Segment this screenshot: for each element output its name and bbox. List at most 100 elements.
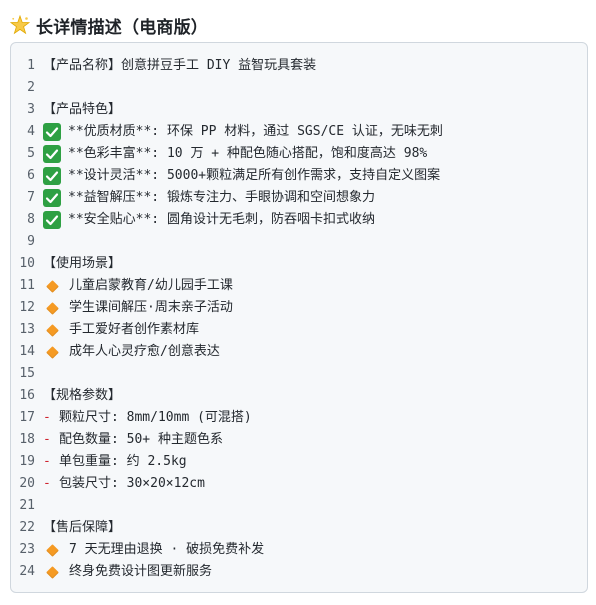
code-line: 14 成年人心灵疗愈/创意表达 — [11, 341, 587, 363]
line-text: 手工爱好者创作素材库 — [69, 322, 200, 337]
line-content: **设计灵活**: 5000+颗粒满足所有创作需求，支持自定义图案 — [43, 165, 587, 187]
line-number: 2 — [27, 80, 35, 95]
line-content: - 配色数量: 50+ 种主题色系 — [43, 429, 587, 451]
line-text: 单包重量: 约 2.5kg — [59, 454, 187, 469]
line-text: 成年人心灵疗愈/创意表达 — [69, 344, 220, 359]
line-number: 12 — [19, 300, 35, 315]
line-number: 7 — [27, 190, 35, 205]
line-content: 【售后保障】 — [43, 517, 587, 539]
line-content: - 颗粒尺寸: 8mm/10mm (可混搭) — [43, 407, 587, 429]
line-content: 7 天无理由退换 · 破损免费补发 — [43, 539, 587, 561]
code-line: 7 **益智解压**: 锻炼专注力、手眼协调和空间想象力 — [11, 187, 587, 209]
line-text: 配色数量: 50+ 种主题色系 — [59, 432, 223, 447]
line-text: 【使用场景】 — [43, 256, 122, 271]
line-number: 11 — [19, 278, 35, 293]
line-text: 【规格参数】 — [43, 388, 122, 403]
line-number: 8 — [27, 212, 35, 227]
page-header: 长详情描述（电商版） — [9, 12, 208, 38]
line-text: 包装尺寸: 30×20×12cm — [59, 476, 205, 491]
code-line: 10 【使用场景】 — [11, 253, 587, 275]
code-line: 16 【规格参数】 — [11, 385, 587, 407]
code-block[interactable]: 1 【产品名称】创意拼豆手工 DIY 益智玩具套装 2 3 【产品特色】 4 **优质材质*… — [10, 42, 588, 593]
line-content: 【规格参数】 — [43, 385, 587, 407]
list-dash-marker: - — [43, 454, 51, 469]
line-number: 5 — [27, 146, 35, 161]
line-content: 手工爱好者创作素材库 — [43, 319, 587, 341]
line-number: 1 — [27, 58, 35, 73]
line-number: 16 — [19, 388, 35, 403]
code-line: 22 【售后保障】 — [11, 517, 587, 539]
line-content: 成年人心灵疗愈/创意表达 — [43, 341, 587, 363]
line-number: 21 — [19, 498, 35, 513]
line-text: 学生课间解压·周末亲子活动 — [69, 300, 233, 315]
line-number: 23 — [19, 542, 35, 557]
line-content: - 包装尺寸: 30×20×12cm — [43, 473, 587, 495]
line-content — [43, 77, 587, 99]
line-number: 19 — [19, 454, 35, 469]
orange-diamond-icon — [43, 341, 61, 363]
list-dash-marker: - — [43, 432, 51, 447]
line-number: 22 — [19, 520, 35, 535]
code-line: 13 手工爱好者创作素材库 — [11, 319, 587, 341]
orange-diamond-icon — [43, 561, 61, 583]
line-text: 7 天无理由退换 · 破损免费补发 — [69, 542, 265, 557]
line-content: **安全贴心**: 圆角设计无毛刺，防吞咽卡扣式收纳 — [43, 209, 587, 231]
code-line: 15 — [11, 363, 587, 385]
line-content: **色彩丰富**: 10 万 + 种配色随心搭配，饱和度高达 98% — [43, 143, 587, 165]
line-number: 17 — [19, 410, 35, 425]
line-number: 4 — [27, 124, 35, 139]
orange-diamond-icon — [43, 319, 61, 341]
line-content — [43, 363, 587, 385]
orange-diamond-icon — [43, 275, 61, 297]
line-text: **优质材质**: 环保 PP 材料，通过 SGS/CE 认证，无味无刺 — [68, 124, 443, 139]
line-text: **安全贴心**: 圆角设计无毛刺，防吞咽卡扣式收纳 — [68, 212, 375, 227]
line-content: 终身免费设计图更新服务 — [43, 561, 587, 583]
line-text: 儿童启蒙教育/幼儿园手工课 — [69, 278, 233, 293]
line-number: 15 — [19, 366, 35, 381]
line-number: 24 — [19, 564, 35, 579]
line-text: **色彩丰富**: 10 万 + 种配色随心搭配，饱和度高达 98% — [68, 146, 428, 161]
orange-diamond-icon — [43, 297, 61, 319]
line-content: **优质材质**: 环保 PP 材料，通过 SGS/CE 认证，无味无刺 — [43, 121, 587, 143]
code-lines: 1 【产品名称】创意拼豆手工 DIY 益智玩具套装 2 3 【产品特色】 4 **优质材质*… — [11, 55, 587, 583]
code-line: 1 【产品名称】创意拼豆手工 DIY 益智玩具套装 — [11, 55, 587, 77]
line-text: 【产品名称】创意拼豆手工 DIY 益智玩具套装 — [43, 58, 317, 73]
page-title: 长详情描述（电商版） — [36, 17, 208, 38]
code-line: 5 **色彩丰富**: 10 万 + 种配色随心搭配，饱和度高达 98% — [11, 143, 587, 165]
line-content — [43, 495, 587, 517]
code-line: 23 7 天无理由退换 · 破损免费补发 — [11, 539, 587, 561]
line-content: 儿童启蒙教育/幼儿园手工课 — [43, 275, 587, 297]
code-line: 3 【产品特色】 — [11, 99, 587, 121]
line-content: 【产品特色】 — [43, 99, 587, 121]
code-line: 21 — [11, 495, 587, 517]
orange-diamond-icon — [43, 539, 61, 561]
line-content — [43, 231, 587, 253]
line-content: 【产品名称】创意拼豆手工 DIY 益智玩具套装 — [43, 55, 587, 77]
code-line: 8 **安全贴心**: 圆角设计无毛刺，防吞咽卡扣式收纳 — [11, 209, 587, 231]
code-line: 12 学生课间解压·周末亲子活动 — [11, 297, 587, 319]
code-line: 4 **优质材质**: 环保 PP 材料，通过 SGS/CE 认证，无味无刺 — [11, 121, 587, 143]
line-text: **设计灵活**: 5000+颗粒满足所有创作需求，支持自定义图案 — [68, 168, 441, 183]
line-content: 学生课间解压·周末亲子活动 — [43, 297, 587, 319]
check-mark-icon — [43, 145, 61, 163]
code-line: 19- 单包重量: 约 2.5kg — [11, 451, 587, 473]
check-mark-icon — [43, 167, 61, 185]
line-number: 20 — [19, 476, 35, 491]
list-dash-marker: - — [43, 476, 51, 491]
code-line: 6 **设计灵活**: 5000+颗粒满足所有创作需求，支持自定义图案 — [11, 165, 587, 187]
check-mark-icon — [43, 189, 61, 207]
code-line: 18- 配色数量: 50+ 种主题色系 — [11, 429, 587, 451]
code-line: 2 — [11, 77, 587, 99]
line-number: 9 — [27, 234, 35, 249]
line-number: 14 — [19, 344, 35, 359]
code-line: 20- 包装尺寸: 30×20×12cm — [11, 473, 587, 495]
code-line: 24 终身免费设计图更新服务 — [11, 561, 587, 583]
line-number: 3 — [27, 102, 35, 117]
check-mark-icon — [43, 211, 61, 229]
code-line: 11 儿童启蒙教育/幼儿园手工课 — [11, 275, 587, 297]
line-text: 【售后保障】 — [43, 520, 122, 535]
sparkle-star-icon — [9, 14, 31, 35]
line-content: 【使用场景】 — [43, 253, 587, 275]
line-number: 13 — [19, 322, 35, 337]
line-number: 6 — [27, 168, 35, 183]
